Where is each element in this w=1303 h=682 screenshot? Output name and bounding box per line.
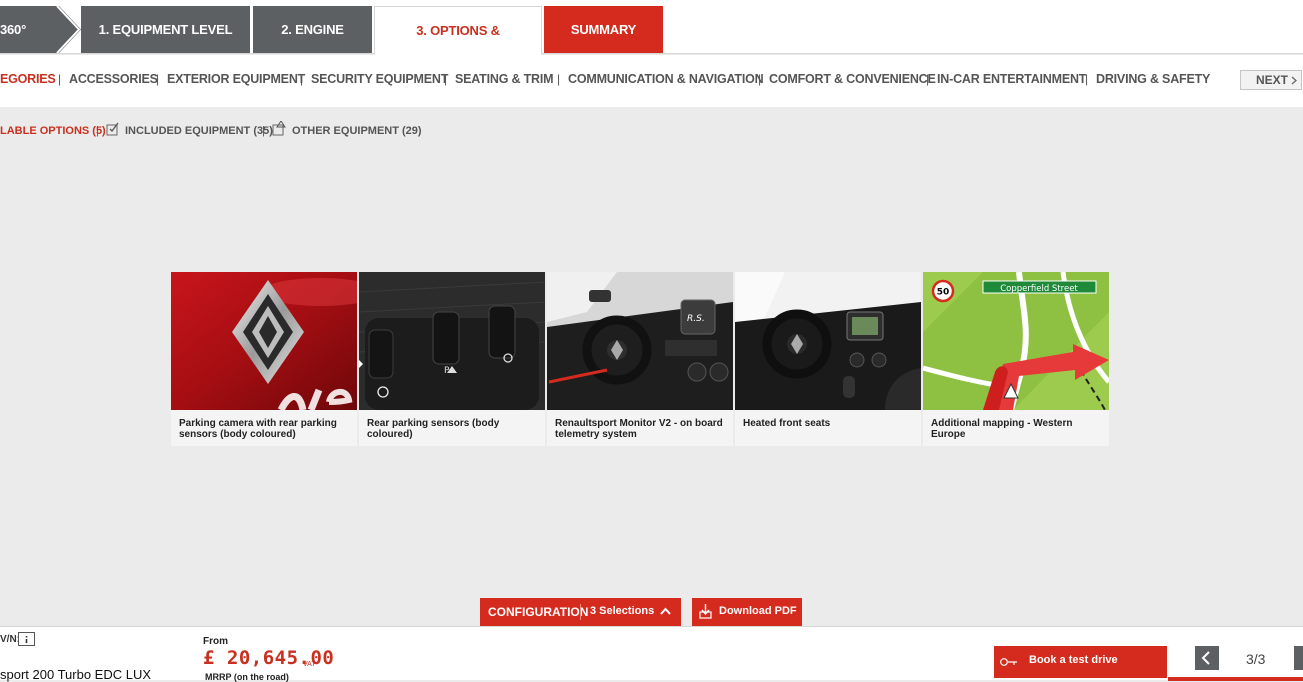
page-counter: 3/3 [1246, 651, 1266, 667]
next-category-button[interactable]: NEXT [1240, 70, 1302, 90]
book-test-drive-button[interactable]: Book a test drive [994, 646, 1167, 678]
category-separator: | [557, 72, 561, 86]
vat-label: VAT [303, 661, 316, 668]
map-street-label: Copperfield Street [1000, 284, 1078, 294]
category-separator: | [300, 72, 304, 86]
category-accessories[interactable]: ACCESSORIES [69, 72, 158, 86]
rs-badge-label: R.S. [687, 314, 705, 324]
chevron-left-icon [1201, 651, 1210, 665]
category-separator: | [758, 72, 762, 86]
subtab-other-equipment[interactable]: OTHER EQUIPMENT (29) [292, 125, 422, 137]
step-engine[interactable]: 2. ENGINE [253, 6, 372, 53]
price-note: MRRP (on the road) [205, 672, 289, 682]
step-equipment-label: 1. EQUIPMENT LEVEL [98, 22, 233, 37]
category-seating-trim[interactable]: SEATING & TRIM [455, 72, 554, 86]
key-icon [1000, 658, 1017, 666]
category-comfort-convenience[interactable]: COMFORT & CONVENIENCE [769, 72, 936, 86]
book-test-drive-label: Book a test drive [1029, 654, 1118, 666]
option-card[interactable]: P Rear parking sensors (body coloured) [359, 272, 545, 446]
option-card[interactable]: Copperfield Street 50 Additional mapping… [923, 272, 1109, 446]
download-pdf-button[interactable]: Download PDF [692, 598, 802, 626]
step-summary-label: SUMMARY [570, 22, 637, 37]
step-equipment-level[interactable]: 1. EQUIPMENT LEVEL [81, 6, 250, 53]
accent-strip [1168, 677, 1303, 681]
checklist-icon [106, 122, 119, 136]
selections-count: 3 Selections [590, 605, 655, 617]
category-driving-safety[interactable]: DRIVING & SAFETY [1096, 72, 1210, 86]
step-summary[interactable]: SUMMARY [544, 6, 663, 53]
option-image-additional-mapping: Copperfield Street 50 [923, 272, 1109, 410]
option-image-parking-camera [171, 272, 357, 410]
speed-limit-label: 50 [937, 288, 950, 298]
category-separator: | [156, 72, 160, 86]
subtab-included-equipment[interactable]: INCLUDED EQUIPMENT (35) [125, 125, 273, 137]
configuration-toggle-button[interactable]: CONFIGURATION 3 Selections [480, 598, 681, 626]
configuration-label: CONFIGURATION [488, 605, 589, 619]
option-caption: Parking camera with rear parking sensors… [179, 418, 337, 440]
add-equipment-icon [272, 121, 286, 136]
option-image-heated-front-seats [735, 272, 921, 410]
divider [580, 604, 581, 620]
subtab-available-options[interactable]: LABLE OPTIONS (5) [0, 125, 106, 137]
summary-footer: V/N: sport 200 Turbo EDC LUX From £ 20,6… [0, 626, 1303, 682]
option-caption: Rear parking sensors (body coloured) [367, 418, 500, 440]
option-caption: Heated front seats [743, 418, 831, 429]
option-card[interactable]: Parking camera with rear parking sensors… [171, 272, 357, 446]
option-card[interactable]: Heated front seats [735, 272, 921, 446]
category-in-car-entertainment[interactable]: IN-CAR ENTERTAINMENT [937, 72, 1086, 86]
price-from-label: From [203, 636, 228, 647]
step-options-accessories[interactable]: 3. OPTIONS & ACCESSORIES [374, 6, 542, 85]
category-communication-navigation[interactable]: COMMUNICATION & NAVIGATION [568, 72, 764, 86]
next-page-button[interactable] [1294, 646, 1303, 670]
category-security-equipment[interactable]: SECURITY EQUIPMENT [311, 72, 448, 86]
category-separator: | [444, 72, 448, 86]
download-icon [699, 604, 712, 619]
step-360-view[interactable]: 360° VIEW [0, 6, 56, 84]
chevron-up-icon [660, 607, 671, 615]
download-pdf-label: Download PDF [719, 605, 797, 617]
step-engine-label: 2. ENGINE [281, 22, 344, 37]
option-caption: Renaultsport Monitor V2 - on board telem… [555, 418, 723, 440]
option-image-rear-parking-sensors: P [359, 272, 545, 410]
category-separator: | [926, 72, 930, 86]
info-icon[interactable] [18, 632, 35, 646]
option-caption: Additional mapping - Western Europe [931, 418, 1073, 440]
next-label: NEXT [1256, 73, 1289, 87]
chevron-right-icon [55, 6, 81, 53]
category-exterior-equipment[interactable]: EXTERIOR EQUIPMENT [167, 72, 305, 86]
subtab-separator: | [96, 125, 99, 137]
configurator-steps: 360° VIEW 1. EQUIPMENT LEVEL 2. ENGINE 3… [0, 0, 1303, 85]
option-image-renaultsport-monitor: R.S. [547, 272, 733, 410]
subtab-separator: | [262, 125, 265, 137]
previous-page-button[interactable] [1195, 646, 1219, 670]
vin-label: V/N: [0, 634, 20, 645]
category-separator: | [58, 72, 62, 86]
chevron-right-icon [1291, 76, 1297, 85]
category-nav: EGORIES | ACCESSORIES | EXTERIOR EQUIPME… [0, 55, 1303, 107]
option-card[interactable]: R.S. Renaultsport Monitor V2 - on board … [547, 272, 733, 446]
option-cards: Parking camera with rear parking sensors… [171, 272, 1109, 446]
category-all[interactable]: EGORIES [0, 72, 56, 86]
category-separator: | [1085, 72, 1089, 86]
